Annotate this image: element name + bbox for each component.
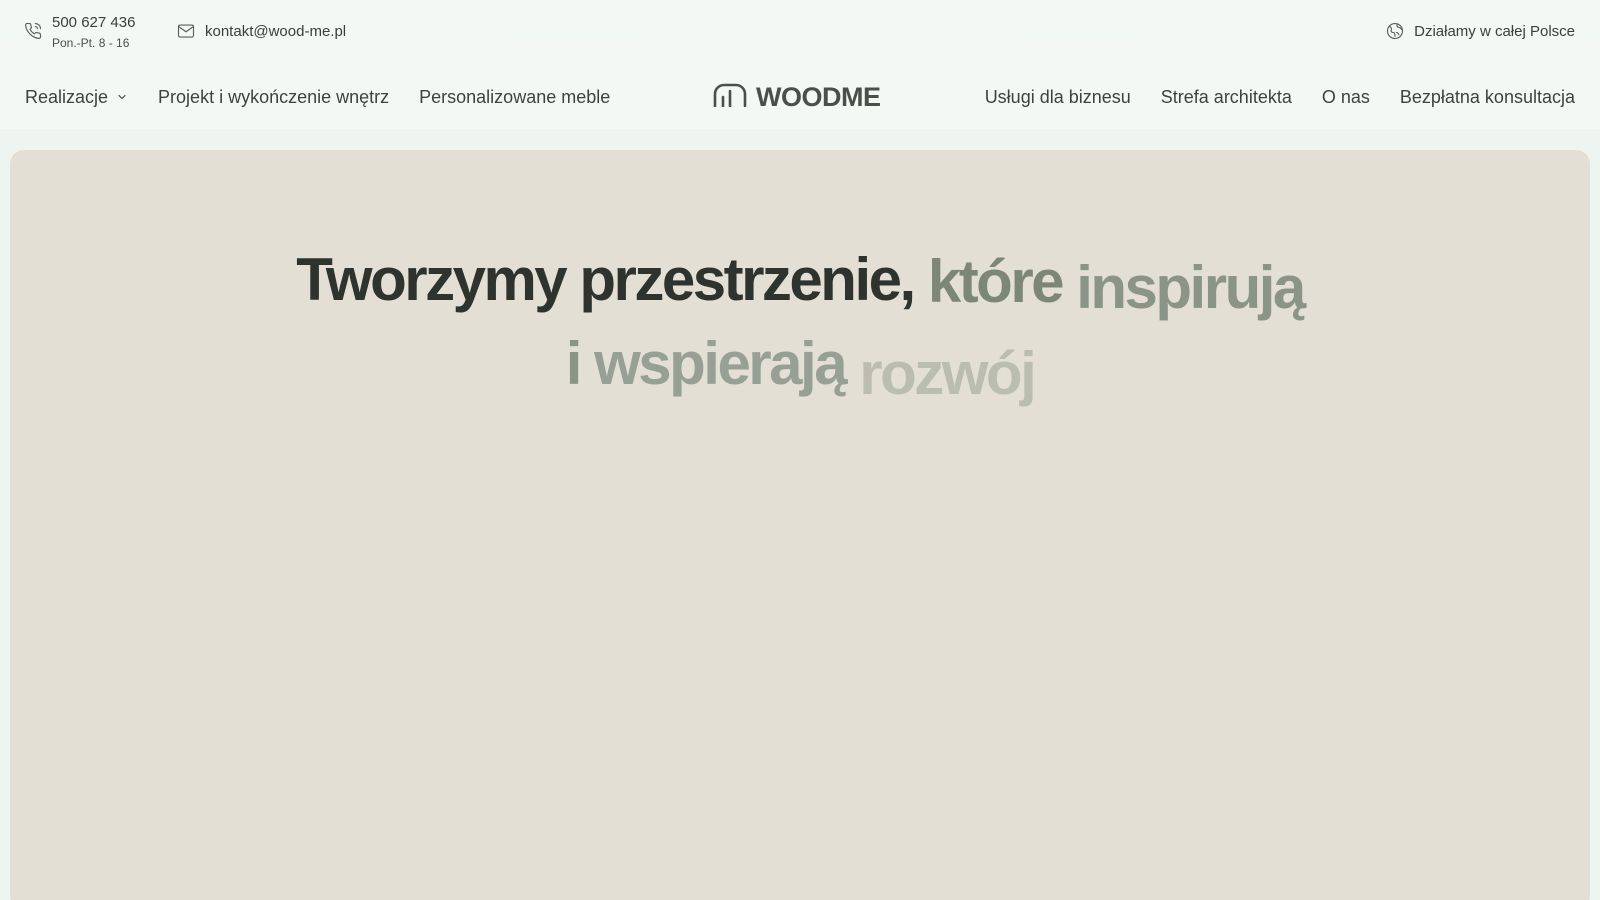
headline-word: rozwój bbox=[859, 340, 1037, 407]
logo-text: WOODME bbox=[756, 82, 881, 112]
chevron-down-icon bbox=[116, 87, 128, 108]
mail-icon bbox=[177, 22, 195, 40]
headline-word: i bbox=[565, 330, 583, 397]
logo-arch-icon bbox=[712, 83, 748, 112]
nav-strefa-architekta[interactable]: Strefa architekta bbox=[1161, 87, 1292, 108]
office-hours: Pon.-Pt. 8 - 16 bbox=[52, 36, 130, 50]
headline-word: Tworzymy bbox=[296, 246, 567, 313]
hero-headline: Tworzymy przestrzenie, które inspirują i… bbox=[10, 238, 1590, 407]
service-area-text: Działamy w całej Polsce bbox=[1414, 22, 1575, 40]
phone-icon bbox=[24, 22, 42, 40]
headline-word: inspirują bbox=[1076, 254, 1306, 321]
headline-word: które bbox=[927, 248, 1065, 315]
nav-realizacje[interactable]: Realizacje bbox=[25, 87, 128, 108]
nav-konsultacja[interactable]: Bezpłatna konsultacja bbox=[1400, 87, 1575, 108]
nav-realizacje-label: Realizacje bbox=[25, 86, 109, 107]
headline-word: przestrzenie, bbox=[579, 246, 916, 313]
nav-right-group: Usługi dla biznesu Strefa architekta O n… bbox=[955, 65, 1575, 129]
hero-section: Tworzymy przestrzenie, które inspirują i… bbox=[10, 150, 1590, 900]
globe-icon bbox=[1386, 22, 1404, 40]
main-navigation: Realizacje Projekt i wykończenie wnętrz … bbox=[0, 65, 1600, 129]
email-link[interactable]: kontakt@wood-me.pl bbox=[205, 23, 346, 40]
nav-uslugi-biznes[interactable]: Usługi dla biznesu bbox=[985, 87, 1131, 108]
nav-meble[interactable]: Personalizowane meble bbox=[419, 87, 610, 108]
service-area: Działamy w całej Polsce bbox=[1386, 22, 1575, 40]
top-contact-bar: 500 627 436 Pon.-Pt. 8 - 16 kontakt@wood… bbox=[0, 0, 1600, 65]
email-contact[interactable]: kontakt@wood-me.pl bbox=[177, 22, 346, 40]
nav-projekt-wnetrz[interactable]: Projekt i wykończenie wnętrz bbox=[158, 87, 389, 108]
headline-word: wspierają bbox=[594, 330, 848, 397]
phone-number[interactable]: 500 627 436 bbox=[52, 14, 135, 32]
nav-left-group: Realizacje Projekt i wykończenie wnętrz … bbox=[25, 65, 610, 129]
phone-contact[interactable]: 500 627 436 Pon.-Pt. 8 - 16 bbox=[24, 14, 135, 51]
nav-o-nas[interactable]: O nas bbox=[1322, 87, 1370, 108]
brand-logo[interactable]: WOODME bbox=[712, 82, 881, 113]
